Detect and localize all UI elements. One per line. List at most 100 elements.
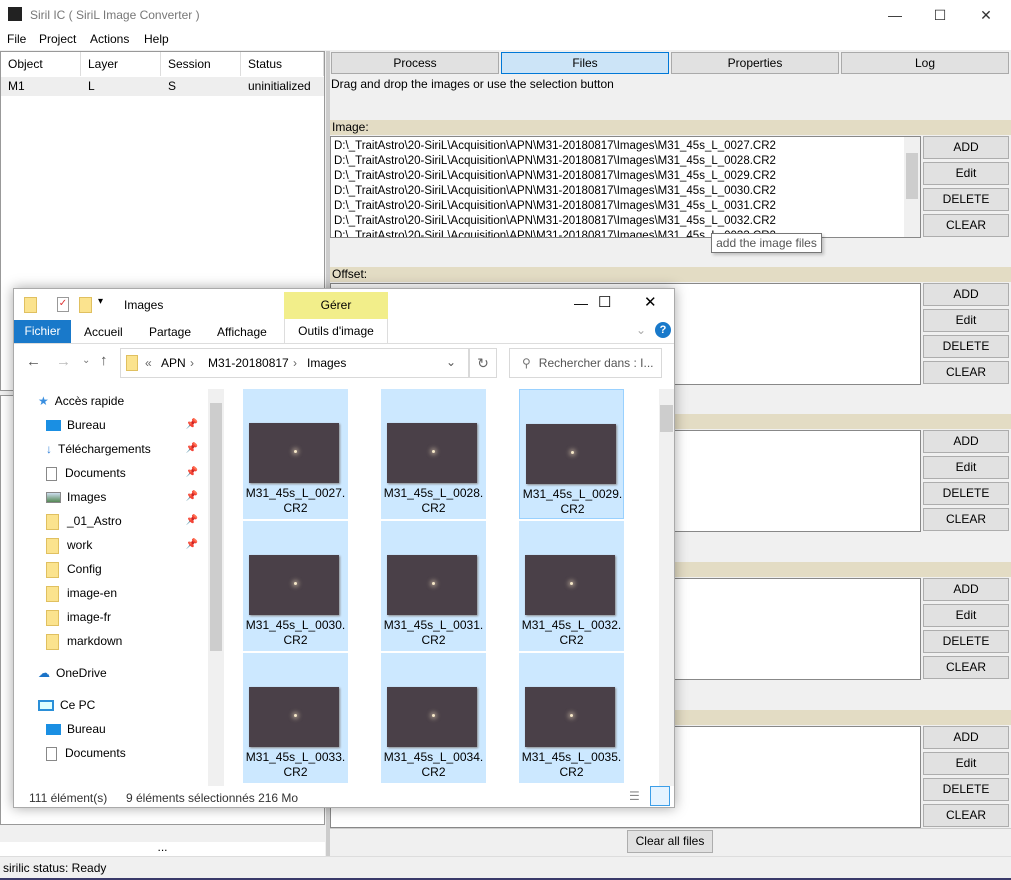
search-input[interactable]: ⚲ Rechercher dans : I...	[509, 348, 662, 378]
edit-button[interactable]: Edit	[923, 309, 1009, 332]
menu-help[interactable]: Help	[144, 32, 169, 46]
file-list-item[interactable]: D:\_TraitAstro\20-SiriL\Acquisition\APN\…	[331, 214, 920, 229]
clear-button[interactable]: CLEAR	[923, 361, 1009, 384]
large-icons-view-icon[interactable]	[650, 786, 670, 806]
column-session[interactable]: Session	[161, 52, 241, 76]
delete-button[interactable]: DELETE	[923, 188, 1009, 211]
back-icon[interactable]: ←	[26, 353, 41, 370]
delete-button[interactable]: DELETE	[923, 630, 1009, 653]
tab-files[interactable]: Files	[501, 52, 669, 74]
file-list[interactable]: D:\_TraitAstro\20-SiriL\Acquisition\APN\…	[330, 136, 921, 238]
breadcrumb-overflow[interactable]: «	[145, 356, 152, 370]
edit-button[interactable]: Edit	[923, 162, 1009, 185]
clear-button[interactable]: CLEAR	[923, 508, 1009, 531]
tab-process[interactable]: Process	[331, 52, 499, 74]
breadcrumb-images[interactable]: Images	[307, 356, 346, 370]
properties-icon[interactable]: ✓	[57, 297, 69, 312]
column-object[interactable]: Object	[1, 52, 81, 76]
delete-button[interactable]: DELETE	[923, 335, 1009, 358]
details-view-icon[interactable]: ☰	[629, 789, 640, 803]
file-thumbnail-item[interactable]: M31_45s_L_0033. CR2	[243, 653, 348, 783]
file-list-item[interactable]: D:\_TraitAstro\20-SiriL\Acquisition\APN\…	[331, 154, 920, 169]
file-thumbnail-item[interactable]: M31_45s_L_0032. CR2	[519, 521, 624, 651]
breadcrumb-separator-icon[interactable]: ›	[293, 356, 297, 370]
new-folder-icon[interactable]	[79, 297, 92, 313]
add-button[interactable]: ADD	[923, 726, 1009, 749]
ribbon-tab-partage[interactable]: Partage	[149, 325, 191, 339]
maximize-button[interactable]: ☐	[598, 293, 611, 311]
up-icon[interactable]: ↑	[100, 352, 108, 369]
file-thumbnail-item[interactable]: M31_45s_L_0030. CR2	[243, 521, 348, 651]
minimize-button[interactable]: —	[574, 295, 588, 311]
grid-scrollbar[interactable]	[659, 389, 674, 786]
file-thumbnail-item[interactable]: M31_45s_L_0035. CR2	[519, 653, 624, 783]
nav-item[interactable]: ★ Accès rapide	[38, 389, 204, 413]
forward-icon[interactable]: →	[56, 353, 71, 370]
nav-item[interactable]: Config	[46, 557, 204, 581]
nav-item[interactable]: Bureau	[46, 717, 204, 741]
cell-status[interactable]: uninitialized	[241, 77, 324, 96]
nav-item[interactable]: image-en	[46, 581, 204, 605]
column-status[interactable]: Status	[241, 52, 324, 76]
clear-button[interactable]: CLEAR	[923, 214, 1009, 237]
delete-button[interactable]: DELETE	[923, 482, 1009, 505]
clear-all-files-button[interactable]: Clear all files	[627, 830, 713, 853]
cell-object[interactable]: M1	[1, 77, 81, 96]
pin-icon[interactable]: 📌	[186, 509, 198, 533]
nav-item[interactable]: ↓ Téléchargements 📌	[46, 437, 204, 461]
address-bar[interactable]: « APN › M31-20180817 › Images ⌄	[120, 348, 469, 378]
ribbon-tab-outils-image[interactable]: Outils d'image	[284, 319, 388, 343]
nav-item[interactable]: image-fr	[46, 605, 204, 629]
edit-button[interactable]: Edit	[923, 456, 1009, 479]
nav-item[interactable]: Documents	[46, 741, 204, 765]
file-list-item[interactable]: D:\_TraitAstro\20-SiriL\Acquisition\APN\…	[331, 139, 920, 154]
close-button[interactable]: ✕	[966, 4, 1006, 26]
menu-actions[interactable]: Actions	[90, 32, 129, 46]
expand-ribbon-icon[interactable]: ⌄	[636, 323, 646, 337]
maximize-button[interactable]: ☐	[920, 4, 960, 26]
nav-item[interactable]: Bureau 📌	[46, 413, 204, 437]
menu-file[interactable]: File	[7, 32, 26, 46]
ribbon-tab-affichage[interactable]: Affichage	[217, 325, 267, 339]
nav-item[interactable]: Documents 📌	[46, 461, 204, 485]
tab-properties[interactable]: Properties	[671, 52, 839, 74]
file-thumbnail-item[interactable]: M31_45s_L_0031. CR2	[381, 521, 486, 651]
quick-access-dropdown-icon[interactable]: ▾	[98, 296, 103, 307]
breadcrumb-m31[interactable]: M31-20180817	[208, 356, 289, 370]
file-thumbnail-item[interactable]: M31_45s_L_0029. CR2	[519, 389, 624, 519]
file-list-item[interactable]: D:\_TraitAstro\20-SiriL\Acquisition\APN\…	[331, 184, 920, 199]
add-button[interactable]: ADD	[923, 283, 1009, 306]
ribbon-tab-fichier[interactable]: Fichier	[14, 320, 71, 343]
nav-item[interactable]: Ce PC	[38, 693, 204, 717]
ribbon-tab-accueil[interactable]: Accueil	[84, 325, 123, 339]
list-scrollbar[interactable]	[904, 137, 920, 237]
minimize-button[interactable]: —	[875, 4, 915, 26]
nav-item[interactable]: markdown	[46, 629, 204, 653]
add-button[interactable]: ADD	[923, 136, 1009, 159]
edit-button[interactable]: Edit	[923, 604, 1009, 627]
column-layer[interactable]: Layer	[81, 52, 161, 76]
delete-button[interactable]: DELETE	[923, 778, 1009, 801]
nav-item[interactable]: work 📌	[46, 533, 204, 557]
pin-icon[interactable]: 📌	[186, 437, 198, 461]
close-button[interactable]: ✕	[644, 293, 657, 311]
cell-layer[interactable]: L	[81, 77, 161, 96]
recent-locations-icon[interactable]: ⌄	[82, 355, 90, 366]
add-button[interactable]: ADD	[923, 430, 1009, 453]
file-list-item[interactable]: D:\_TraitAstro\20-SiriL\Acquisition\APN\…	[331, 229, 920, 237]
nav-item[interactable]: ☁ OneDrive	[38, 661, 204, 685]
file-thumbnail-item[interactable]: M31_45s_L_0027. CR2	[243, 389, 348, 519]
pin-icon[interactable]: 📌	[186, 485, 198, 509]
nav-item[interactable]: Images 📌	[46, 485, 204, 509]
file-list-item[interactable]: D:\_TraitAstro\20-SiriL\Acquisition\APN\…	[331, 199, 920, 214]
menu-project[interactable]: Project	[39, 32, 76, 46]
splitter-handle[interactable]: ...	[0, 841, 325, 856]
add-button[interactable]: ADD	[923, 578, 1009, 601]
file-thumbnail-item[interactable]: M31_45s_L_0028. CR2	[381, 389, 486, 519]
refresh-button[interactable]: ↻	[469, 348, 497, 378]
clear-button[interactable]: CLEAR	[923, 656, 1009, 679]
pin-icon[interactable]: 📌	[186, 413, 198, 437]
nav-item[interactable]: _01_Astro 📌	[46, 509, 204, 533]
pin-icon[interactable]: 📌	[186, 461, 198, 485]
help-icon[interactable]: ?	[655, 322, 671, 338]
